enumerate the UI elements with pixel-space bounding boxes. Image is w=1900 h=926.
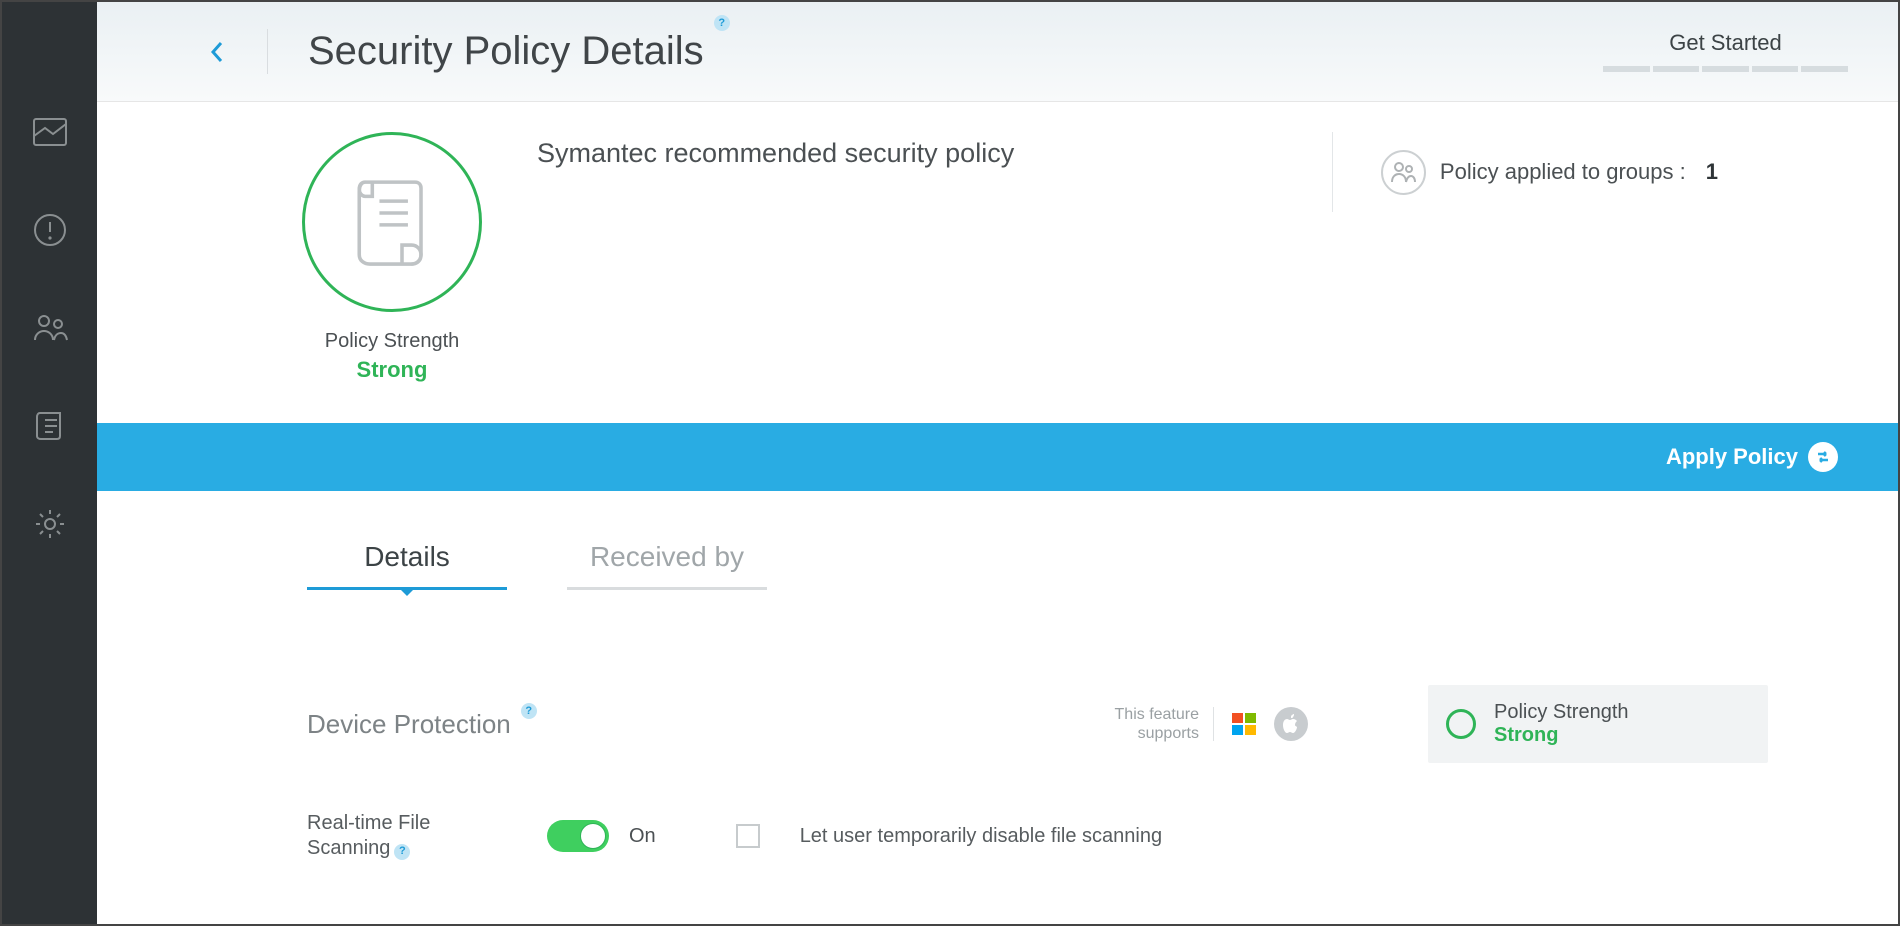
policy-applied-count: 1 — [1706, 159, 1718, 185]
help-icon[interactable]: ? — [714, 15, 730, 31]
apply-policy-icon — [1808, 442, 1838, 472]
apply-policy-button[interactable]: Apply Policy — [1666, 442, 1838, 472]
dashboard-icon — [33, 118, 67, 146]
gear-icon — [33, 507, 67, 541]
page-header: Security Policy Details ? Get Started — [97, 2, 1898, 102]
sidebar-item-users[interactable] — [30, 308, 70, 348]
disable-scanning-checkbox[interactable] — [736, 824, 760, 848]
help-icon[interactable]: ? — [521, 703, 537, 719]
content-area: Policy Strength Strong Symantec recommen… — [97, 102, 1898, 924]
apple-icon — [1274, 707, 1308, 741]
setting-label-text: Real-time File Scanning — [307, 812, 430, 859]
supports-line1: This feature — [1115, 705, 1199, 724]
app-frame: Security Policy Details ? Get Started Po… — [0, 0, 1900, 926]
tabs: Details Received by — [97, 491, 1898, 590]
policy-strength-card: Policy Strength Strong — [1428, 685, 1768, 763]
main-content: Security Policy Details ? Get Started Po… — [97, 2, 1898, 924]
toggle-knob — [580, 823, 606, 849]
back-button[interactable] — [197, 32, 237, 72]
ps-card-label: Policy Strength — [1494, 701, 1629, 724]
policy-applied-box: Policy applied to groups : 1 — [1332, 132, 1718, 212]
divider — [1213, 707, 1214, 741]
scroll-document-icon — [350, 175, 435, 270]
tab-details[interactable]: Details — [307, 541, 507, 590]
groups-icon — [1381, 150, 1426, 195]
policy-strength-circle — [302, 132, 482, 312]
policy-strength-label: Policy Strength — [277, 330, 507, 353]
section-title: Device Protection ? — [307, 709, 537, 740]
ps-card-value: Strong — [1494, 724, 1629, 747]
policy-applied-label: Policy applied to groups : — [1440, 159, 1686, 185]
realtime-scanning-toggle[interactable] — [547, 820, 609, 852]
sidebar-item-policies[interactable] — [30, 406, 70, 446]
help-icon[interactable]: ? — [394, 844, 410, 860]
toggle-state-label: On — [629, 825, 656, 848]
ps-card-text: Policy Strength Strong — [1494, 701, 1629, 747]
disable-scanning-label: Let user temporarily disable file scanni… — [800, 825, 1162, 848]
chevron-left-icon — [209, 40, 225, 64]
policy-strength-block: Policy Strength Strong — [277, 132, 507, 383]
sidebar-nav — [2, 2, 97, 924]
policy-strength-value: Strong — [277, 357, 507, 383]
policy-summary-row: Policy Strength Strong Symantec recommen… — [97, 102, 1898, 423]
action-bar: Apply Policy — [97, 423, 1898, 491]
page-title-wrap: Security Policy Details ? — [267, 29, 730, 74]
setting-label: Real-time File Scanning? — [307, 811, 507, 861]
sidebar-item-dashboard[interactable] — [30, 112, 70, 152]
apply-policy-label: Apply Policy — [1666, 444, 1798, 470]
scroll-document-icon — [33, 409, 67, 443]
get-started-progress — [1603, 66, 1848, 72]
section-title-text: Device Protection — [307, 709, 511, 740]
sidebar-item-alerts[interactable] — [30, 210, 70, 250]
tab-received-by[interactable]: Received by — [567, 541, 767, 590]
policy-description: Symantec recommended security policy — [537, 138, 1332, 169]
setting-realtime-scanning: Real-time File Scanning? On Let user tem… — [97, 763, 1898, 861]
section-device-protection: Device Protection ? This feature support… — [97, 590, 1898, 763]
feature-supports: This feature supports — [1115, 705, 1308, 743]
supports-line2: supports — [1115, 724, 1199, 743]
strength-ring-icon — [1446, 709, 1476, 739]
get-started-widget[interactable]: Get Started — [1603, 30, 1848, 72]
sidebar-item-settings[interactable] — [30, 504, 70, 544]
get-started-label: Get Started — [1603, 30, 1848, 66]
page-title: Security Policy Details — [308, 29, 704, 74]
feature-supports-text: This feature supports — [1115, 705, 1199, 743]
alert-circle-icon — [33, 213, 67, 247]
users-icon — [32, 312, 68, 344]
windows-icon — [1228, 708, 1260, 740]
